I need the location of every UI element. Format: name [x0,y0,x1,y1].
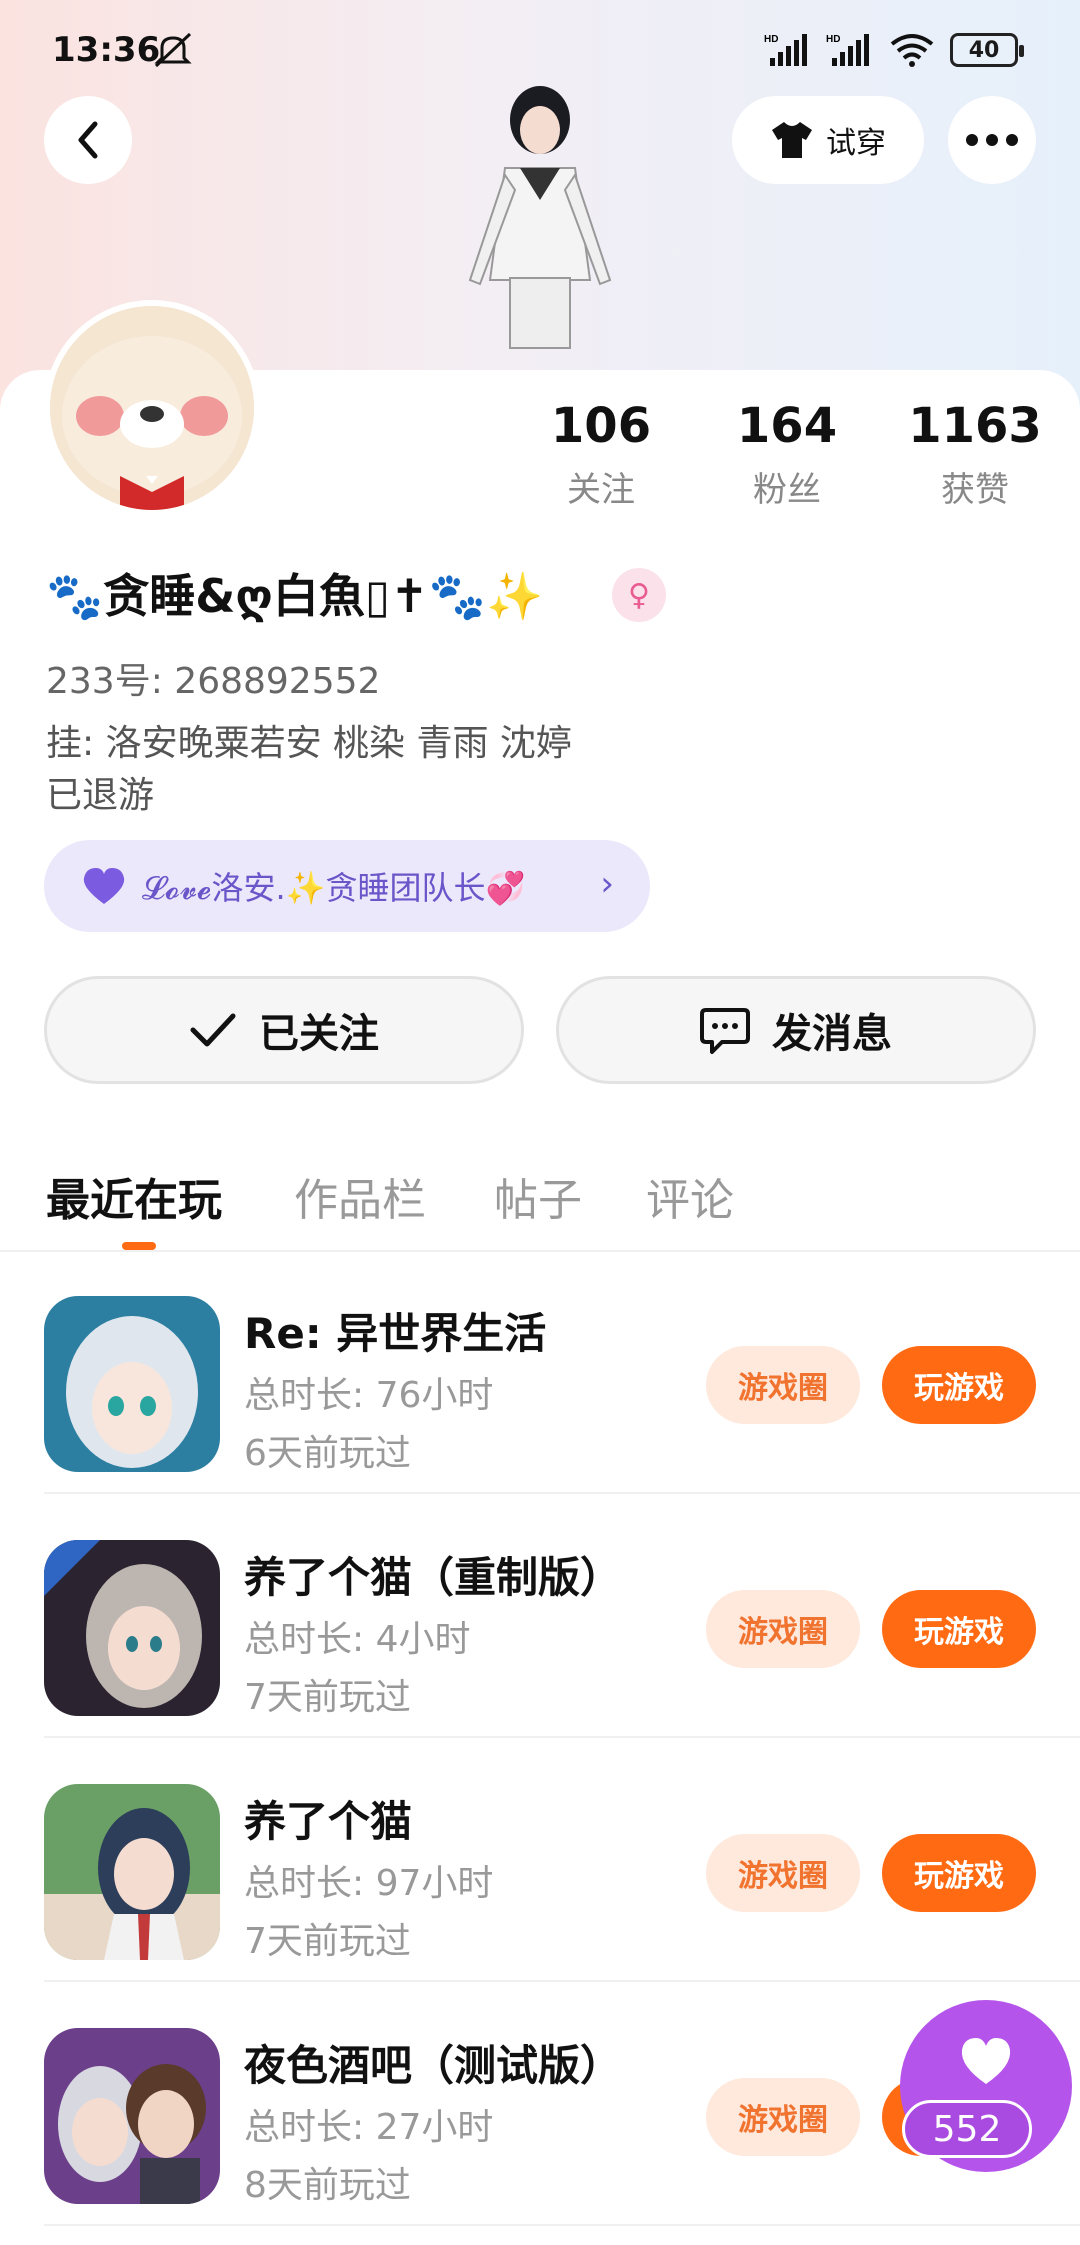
game-last-played: 6天前玩过 [244,1433,411,1474]
game-list-item[interactable]: Re: 异世界生活 总时长: 76小时 6天前玩过 游戏圈 玩游戏 [0,1250,1080,1494]
chevron-right-icon: › [600,864,614,904]
mute-bell-icon [154,32,192,68]
tab-works[interactable]: 作品栏 [294,1164,426,1228]
game-last-played: 7天前玩过 [244,1677,411,1718]
game-circle-button[interactable]: 游戏圈 [706,1834,860,1912]
anime-couple-icon [44,2028,220,2204]
status-time: 13:36 [52,30,161,70]
stat-likes[interactable]: 1163 获赞 [890,398,1060,511]
tab-recently-played[interactable]: 最近在玩 [46,1164,222,1228]
stat-label: 粉丝 [753,470,821,510]
heart-icon [961,2038,1011,2084]
bio: 挂: 洛安晚粟若安 桃染 青雨 沈婷 已退游 [46,718,572,822]
more-options-button[interactable] [948,96,1036,184]
avatar-character-icon [468,86,612,349]
game-title: 养了个猫 [244,1797,413,1846]
heart-icon [83,868,125,904]
game-icon [44,1296,220,1472]
game-list-item[interactable]: 养了个猫（重制版） 总时长: 4小时 7天前玩过 游戏圈 玩游戏 [0,1494,1080,1738]
signal-hd-icon: HD [826,34,869,66]
tab-active-indicator [122,1242,156,1250]
tshirt-icon [772,122,812,158]
gender-female-icon: ♀ [612,568,666,622]
play-game-button[interactable]: 玩游戏 [882,1590,1036,1668]
avatar[interactable] [44,300,260,516]
bio-line: 已退游 [46,775,155,816]
game-circle-button[interactable]: 游戏圈 [706,1590,860,1668]
game-circle-button[interactable]: 游戏圈 [706,2078,860,2156]
team-badge-button[interactable]: 𝓛𝓸𝓿𝓮洛安.✨贪睡团队长💞 › [44,840,650,932]
game-title: 夜色酒吧（测试版） [244,2041,623,2090]
wifi-icon [890,34,934,67]
stat-value: 1163 [908,398,1042,454]
game-title: Re: 异世界生活 [244,1309,547,1358]
username: 🐾贪睡&ღ白魚▯✝🐾✨ [46,569,544,623]
game-list-item[interactable]: 养了个猫 总时长: 97小时 7天前玩过 游戏圈 玩游戏 [0,1738,1080,1982]
team-badge-label: 𝓛𝓸𝓿𝓮洛安.✨贪睡团队长💞 [142,869,526,907]
profile-tabs: 最近在玩 作品栏 帖子 评论 [0,1156,1080,1252]
game-last-played: 8天前玩过 [244,2165,411,2206]
floating-like-button[interactable]: 552 [900,2000,1072,2172]
divider [44,2224,1080,2226]
game-total-time: 总时长: 27小时 [244,2107,494,2148]
try-on-button[interactable]: 试穿 [732,96,924,184]
signal-hd-icon: HD [764,34,807,66]
stat-followers[interactable]: 164 粉丝 [702,398,872,511]
game-title: 养了个猫（重制版） [244,1553,623,1602]
try-on-label: 试穿 [826,126,886,161]
like-count: 552 [902,2100,1032,2158]
bio-line: 挂: 洛安晚粟若安 桃染 青雨 沈婷 [46,723,572,764]
back-button[interactable] [44,96,132,184]
tab-comments[interactable]: 评论 [646,1164,734,1228]
check-icon [190,1013,236,1047]
svg-text:HD: HD [764,34,778,45]
stat-value: 164 [736,398,838,454]
send-message-button[interactable]: 发消息 [556,976,1036,1084]
user-id: 233号: 268892552 [46,661,381,702]
game-icon [44,2028,220,2204]
stat-label: 关注 [567,470,635,510]
stat-following[interactable]: 106 关注 [516,398,686,511]
game-circle-button[interactable]: 游戏圈 [706,1346,860,1424]
status-bar: 13:36 HD HD 40 [0,0,1080,100]
stat-value: 106 [550,398,652,454]
game-total-time: 总时长: 97小时 [244,1863,494,1904]
stat-label: 获赞 [941,470,1009,510]
game-icon [44,1540,220,1716]
game-total-time: 总时长: 76小时 [244,1375,494,1416]
anime-girl-silver-hair-icon [44,1296,220,1472]
game-total-time: 总时长: 4小时 [244,1619,471,1660]
bear-avatar-icon [50,306,254,510]
more-dots-icon [966,134,1018,146]
game-icon [44,1784,220,1960]
tab-posts[interactable]: 帖子 [494,1164,582,1228]
chat-bubble-icon [700,1008,750,1054]
battery-indicator: 40 [950,33,1024,67]
send-message-label: 发消息 [772,1011,892,1057]
following-button[interactable]: 已关注 [44,976,524,1084]
following-label: 已关注 [259,1011,379,1057]
anime-catgirl-dark-icon [44,1540,220,1716]
play-game-button[interactable]: 玩游戏 [882,1834,1036,1912]
svg-text:HD: HD [826,34,840,45]
anime-girl-school-icon [44,1784,220,1960]
chevron-left-icon [78,121,98,159]
play-game-button[interactable]: 玩游戏 [882,1346,1036,1424]
game-last-played: 7天前玩过 [244,1921,411,1962]
